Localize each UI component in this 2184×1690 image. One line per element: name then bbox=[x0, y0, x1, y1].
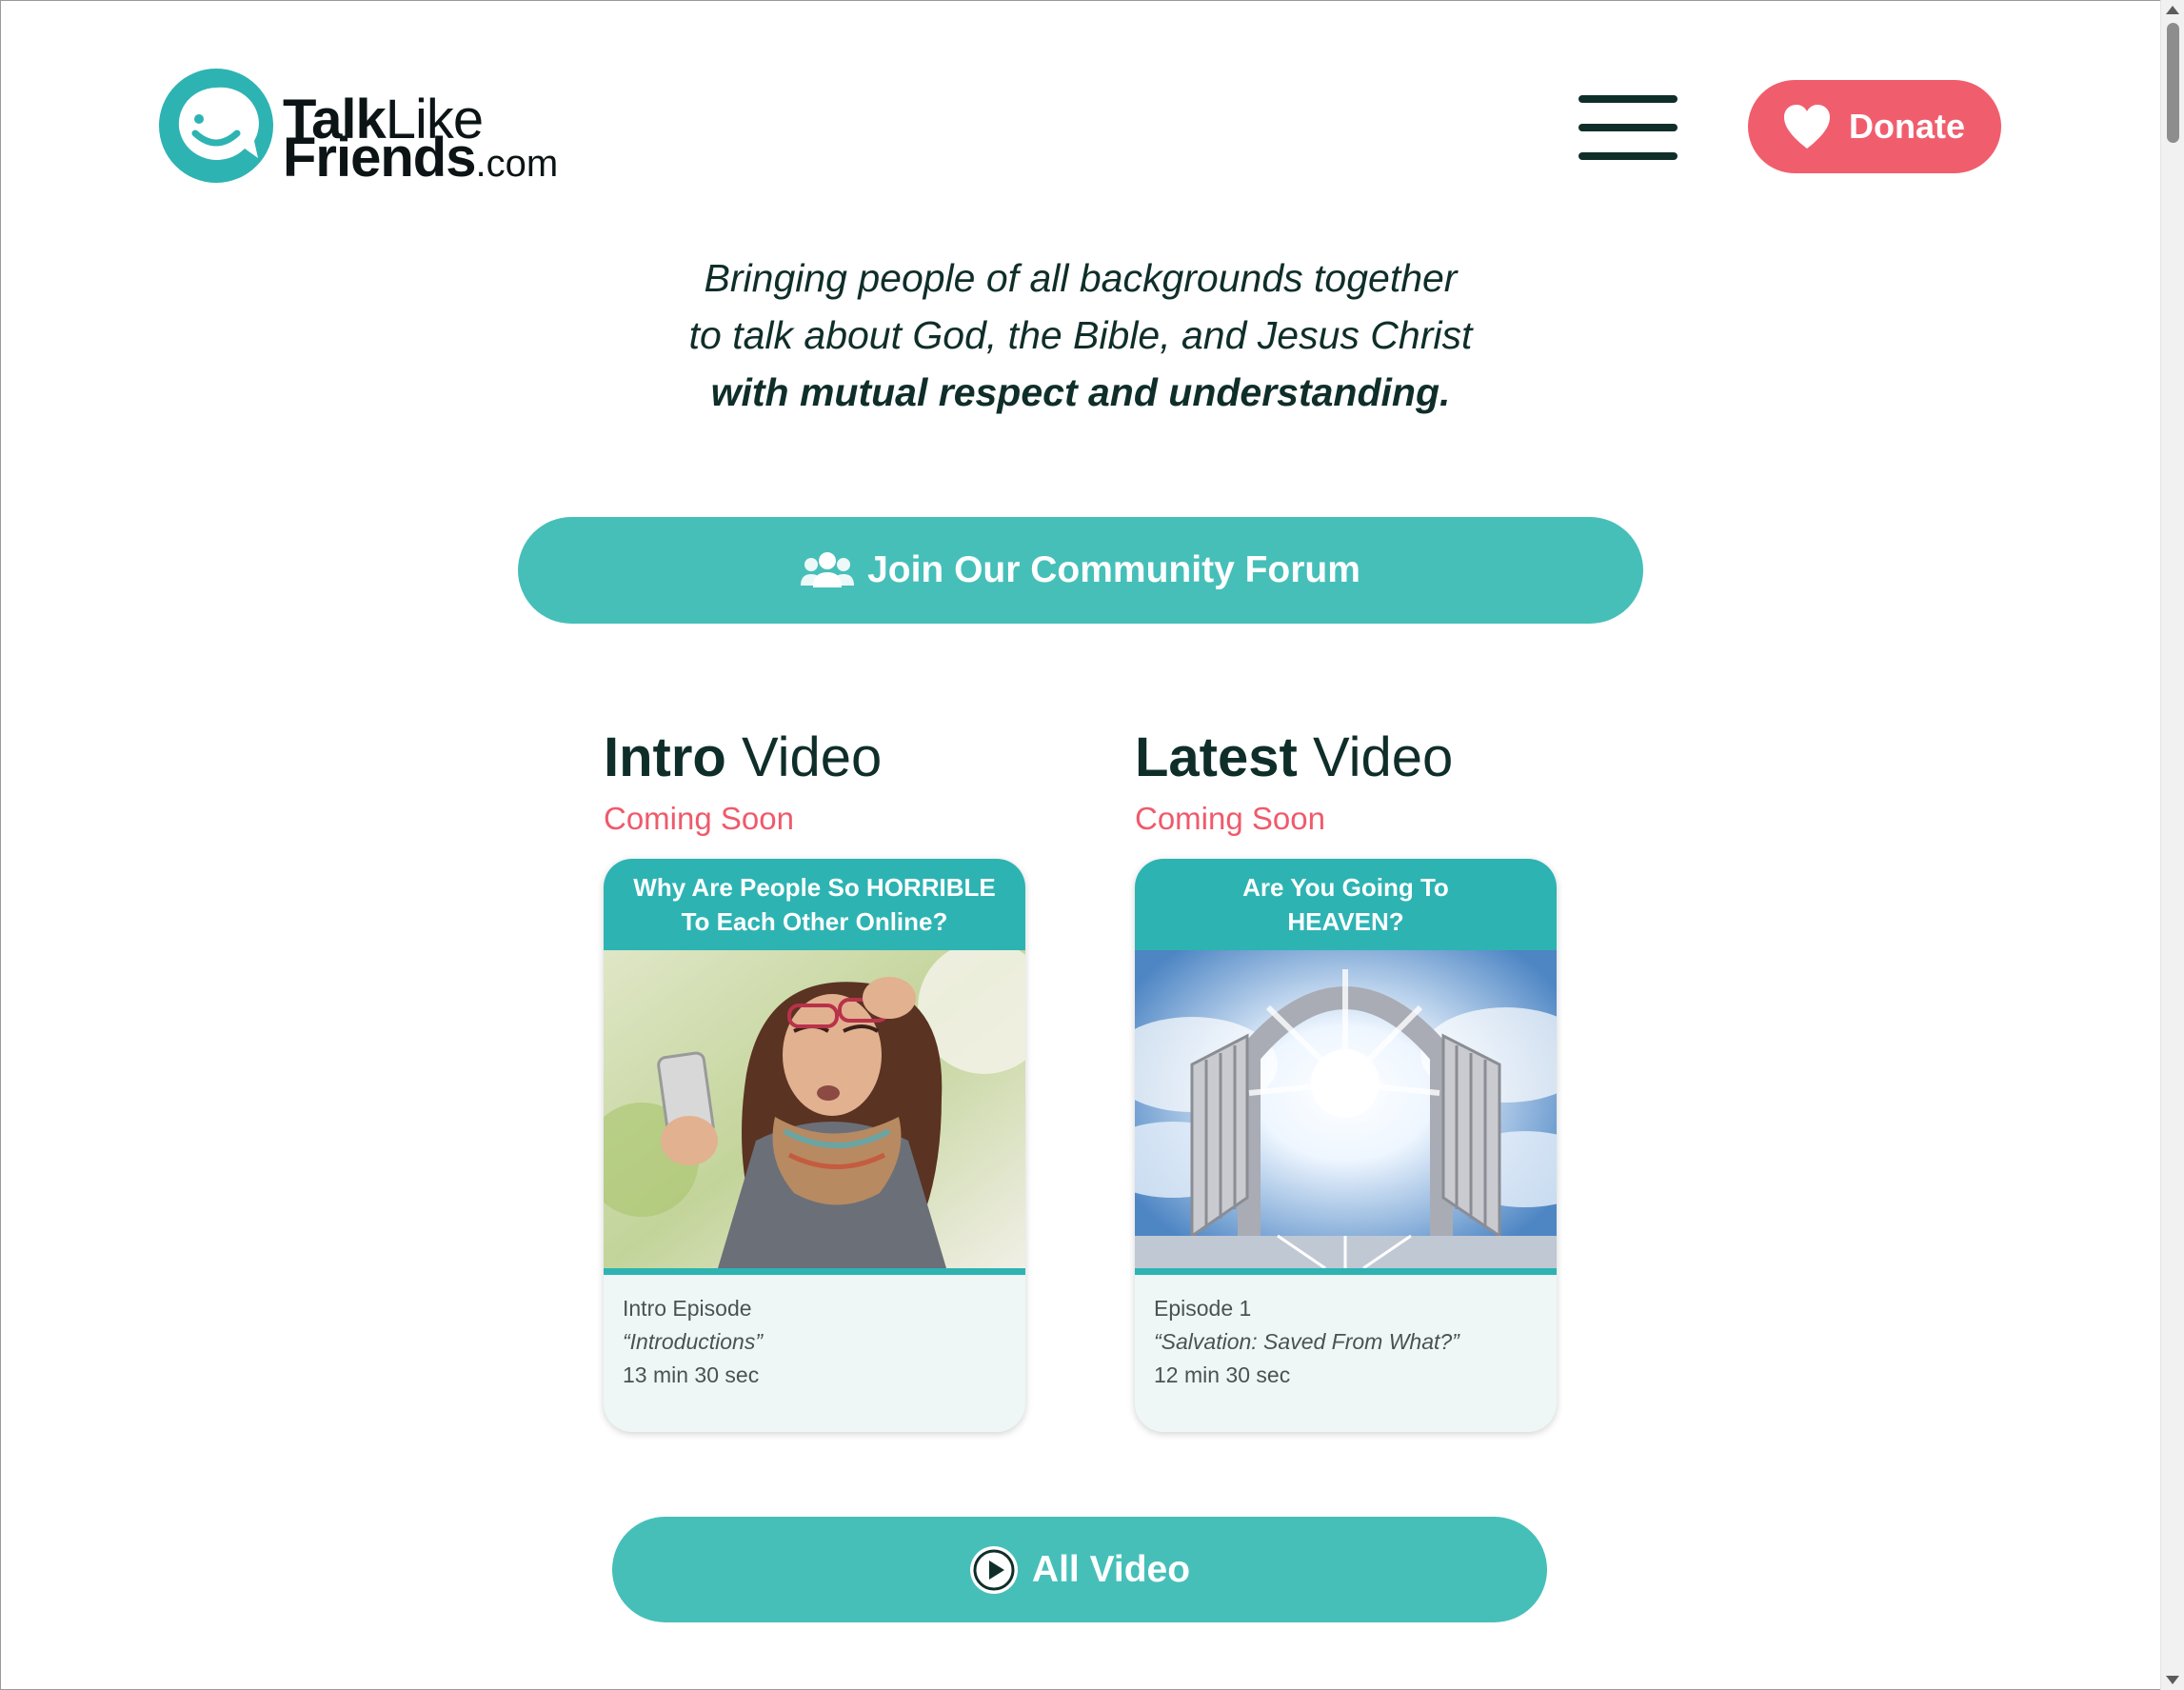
intro-card-meta: Intro Episode “Introductions” 13 min 30 … bbox=[604, 1275, 1025, 1409]
tagline-line3: with mutual respect and understanding. bbox=[710, 370, 1451, 414]
donate-label: Donate bbox=[1849, 107, 1966, 146]
scroll-down-arrow-icon[interactable] bbox=[2166, 1676, 2179, 1684]
latest-card-stripe bbox=[1135, 1268, 1557, 1275]
latest-card-meta: Episode 1 “Salvation: Saved From What?” … bbox=[1135, 1275, 1557, 1409]
intro-episode-title: “Introductions” bbox=[623, 1329, 764, 1354]
heart-icon bbox=[1784, 105, 1830, 149]
page-scrollbar[interactable] bbox=[2160, 0, 2184, 1690]
site-tagline: Bringing people of all backgrounds toget… bbox=[533, 249, 1628, 421]
latest-thumbnail-caption: Are You Going To HEAVEN? bbox=[1135, 859, 1557, 950]
all-video-label: All Video bbox=[1031, 1548, 1191, 1590]
latest-video-status: Coming Soon bbox=[1135, 801, 1325, 836]
tagline-line2: to talk about God, the Bible, and Jesus … bbox=[688, 313, 1473, 357]
intro-video-section: Intro Video Coming Soon Why Are People S… bbox=[604, 724, 1028, 1432]
intro-card-stripe bbox=[604, 1268, 1025, 1275]
heaven-gate-image bbox=[1135, 950, 1557, 1268]
tagline-line1: Bringing people of all backgrounds toget… bbox=[704, 256, 1458, 300]
hamburger-menu-icon[interactable] bbox=[1578, 95, 1678, 160]
all-video-button[interactable]: All Video bbox=[612, 1517, 1547, 1622]
intro-episode-duration: 13 min 30 sec bbox=[623, 1362, 760, 1387]
intro-video-card[interactable]: Why Are People So HORRIBLE To Each Other… bbox=[604, 859, 1025, 1432]
latest-video-section: Latest Video Coming Soon Are You Going T… bbox=[1135, 724, 1559, 1432]
latest-episode-title: “Salvation: Saved From What?” bbox=[1154, 1329, 1459, 1354]
frustrated-woman-image bbox=[604, 950, 1025, 1268]
latest-video-heading: Latest Video bbox=[1135, 726, 1454, 788]
intro-thumbnail-caption: Why Are People So HORRIBLE To Each Other… bbox=[604, 859, 1025, 950]
scroll-up-arrow-icon[interactable] bbox=[2166, 6, 2179, 14]
intro-episode-label: Intro Episode bbox=[623, 1296, 752, 1321]
latest-video-card[interactable]: Are You Going To HEAVEN? Episode 1 “Salv… bbox=[1135, 859, 1557, 1432]
intro-video-thumbnail[interactable] bbox=[604, 950, 1025, 1268]
join-forum-button[interactable]: Join Our Community Forum bbox=[518, 517, 1643, 624]
people-group-icon bbox=[801, 552, 855, 587]
play-circle-icon bbox=[969, 1545, 1018, 1594]
site-logo[interactable]: TalkLike Friends.com bbox=[157, 67, 566, 190]
chat-bubble-logo-icon bbox=[159, 69, 273, 183]
intro-video-status: Coming Soon bbox=[604, 801, 794, 836]
intro-video-heading: Intro Video bbox=[604, 726, 883, 788]
scrollbar-thumb[interactable] bbox=[2167, 23, 2179, 143]
logo-text-line2: Friends.com bbox=[283, 127, 559, 189]
join-forum-label: Join Our Community Forum bbox=[867, 549, 1360, 590]
latest-video-thumbnail[interactable] bbox=[1135, 950, 1557, 1268]
latest-episode-duration: 12 min 30 sec bbox=[1154, 1362, 1291, 1387]
latest-episode-label: Episode 1 bbox=[1154, 1296, 1252, 1321]
donate-button[interactable]: Donate bbox=[1748, 80, 2001, 173]
